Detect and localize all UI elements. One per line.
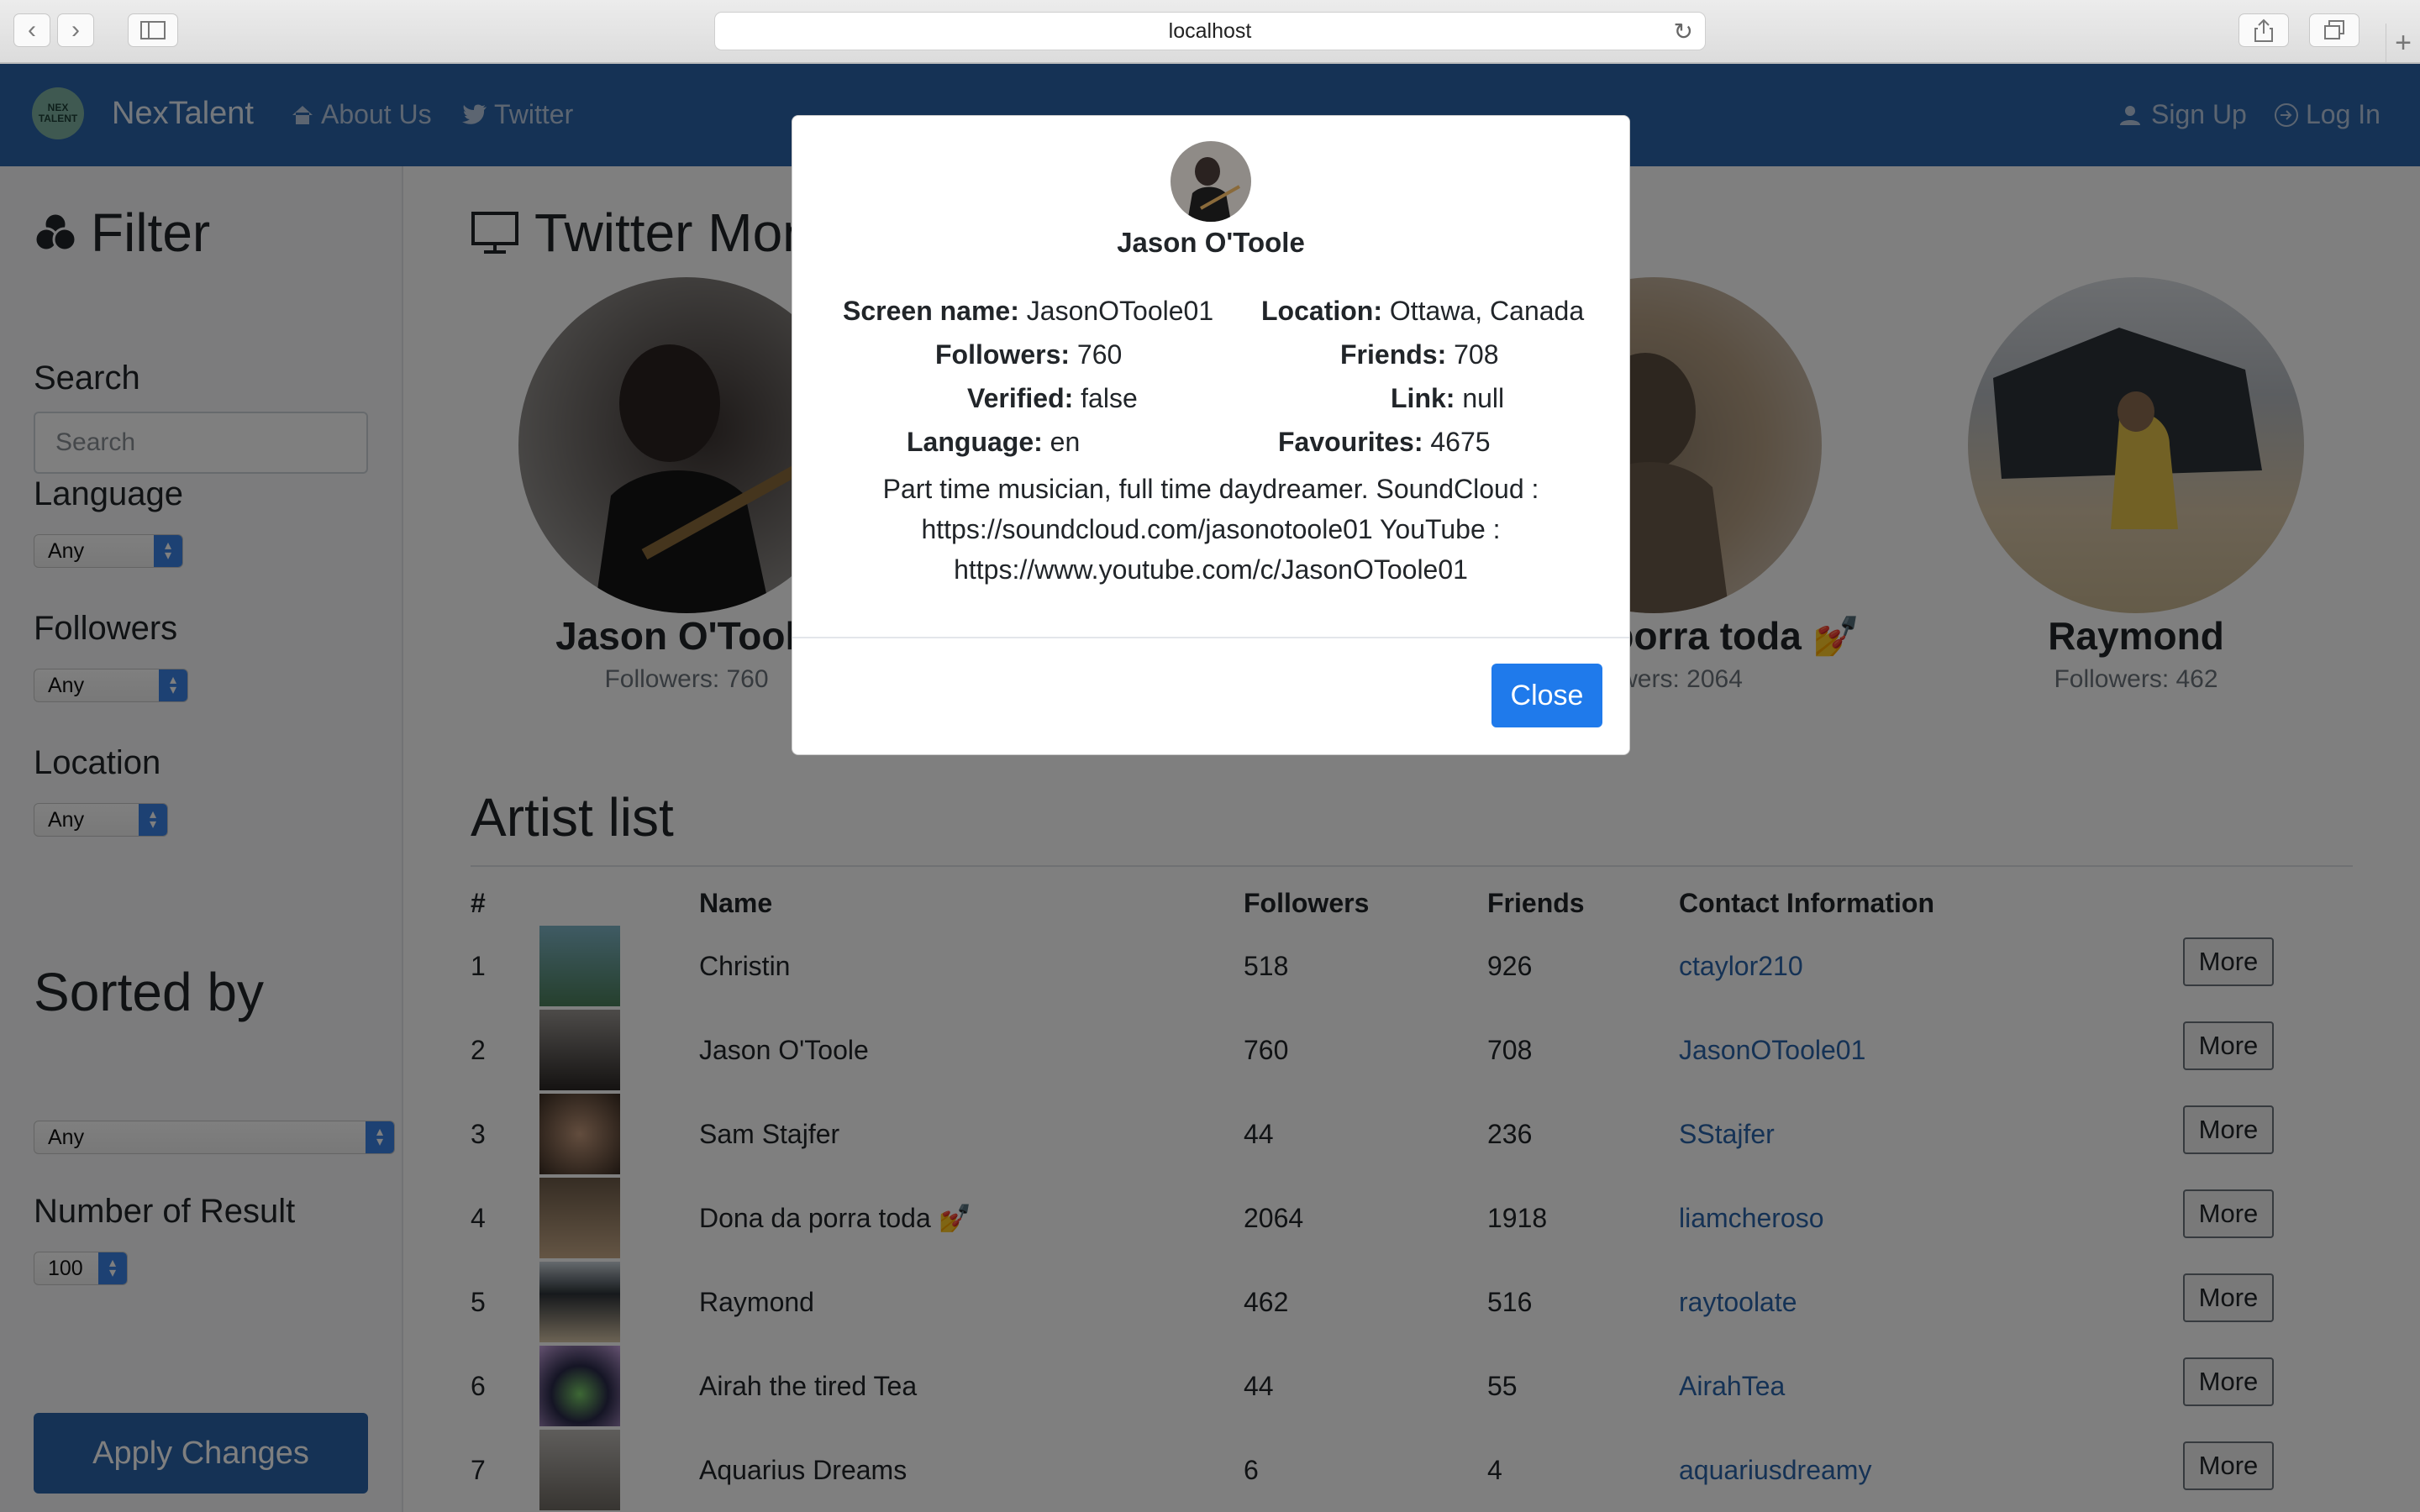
tabs-overview-icon[interactable] xyxy=(2309,13,2360,47)
modal-link-value: null xyxy=(1462,383,1505,413)
url-bar[interactable]: localhost ↻ xyxy=(714,12,1706,50)
modal-verified: Verified: false xyxy=(967,383,1138,414)
modal-followers: Followers: 760 xyxy=(935,339,1122,370)
modal-language-label: Language: xyxy=(907,427,1043,457)
modal-favourites-label: Favourites: xyxy=(1278,427,1423,457)
modal-favourites: Favourites: 4675 xyxy=(1278,427,1491,458)
modal-description: Part time musician, full time daydreamer… xyxy=(882,474,1539,585)
modal-avatar xyxy=(1171,141,1251,222)
modal-favourites-value: 4675 xyxy=(1430,427,1491,457)
modal-link: Link: null xyxy=(1391,383,1504,414)
modal-language: Language: en xyxy=(907,427,1080,458)
profile-modal: Jason O'Toole Screen name: JasonOToole01… xyxy=(792,115,1630,755)
modal-friends-value: 708 xyxy=(1454,339,1499,370)
sidebar-toggle-icon[interactable] xyxy=(128,13,178,47)
modal-friends-label: Friends: xyxy=(1340,339,1447,370)
new-tab-icon[interactable]: + xyxy=(2386,24,2420,62)
share-icon[interactable] xyxy=(2238,13,2289,47)
modal-name: Jason O'Toole xyxy=(1117,227,1305,258)
forward-icon[interactable]: › xyxy=(57,13,94,47)
browser-toolbar: ‹ › localhost ↻ + xyxy=(0,0,2420,64)
modal-location-label: Location: xyxy=(1261,296,1382,326)
modal-followers-label: Followers: xyxy=(935,339,1071,370)
url-text: localhost xyxy=(1168,18,1252,43)
modal-verified-value: false xyxy=(1081,383,1138,413)
reload-icon[interactable]: ↻ xyxy=(1674,18,1693,45)
modal-footer-divider xyxy=(792,637,1629,638)
back-icon[interactable]: ‹ xyxy=(13,13,50,47)
close-button[interactable]: Close xyxy=(1491,664,1602,727)
modal-location: Location: Ottawa, Canada xyxy=(1261,296,1584,327)
modal-screen-name-value: JasonOToole01 xyxy=(1026,296,1214,326)
modal-screen-name-label: Screen name: xyxy=(843,296,1019,326)
modal-language-value: en xyxy=(1050,427,1081,457)
modal-location-value: Ottawa, Canada xyxy=(1389,296,1585,326)
modal-screen-name: Screen name: JasonOToole01 xyxy=(843,296,1213,327)
modal-followers-value: 760 xyxy=(1076,339,1123,370)
modal-friends: Friends: 708 xyxy=(1340,339,1499,370)
modal-verified-label: Verified: xyxy=(967,383,1074,413)
modal-link-label: Link: xyxy=(1391,383,1455,413)
